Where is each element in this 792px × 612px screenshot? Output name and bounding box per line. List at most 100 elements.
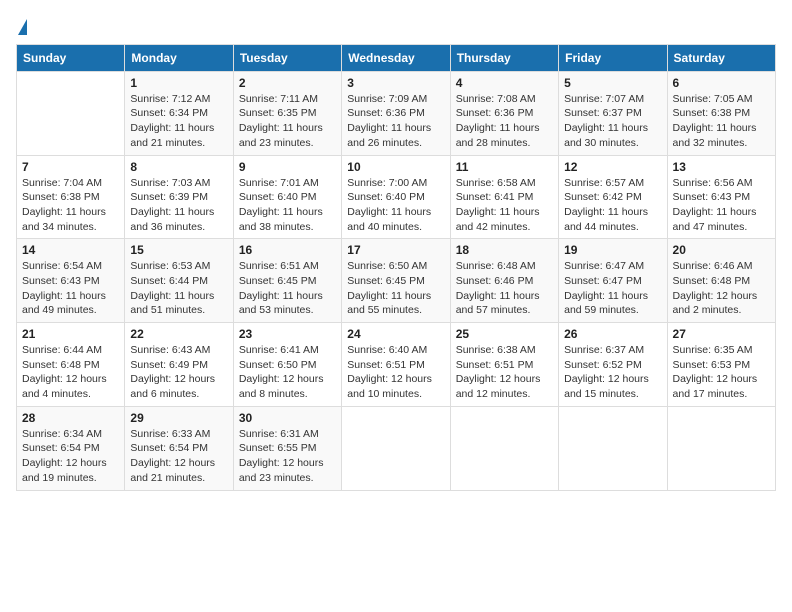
day-info: Sunrise: 7:00 AMSunset: 6:40 PMDaylight:… [347,176,444,235]
day-info: Sunrise: 6:46 AMSunset: 6:48 PMDaylight:… [673,259,770,318]
header-day: Thursday [450,44,558,71]
calendar-body: 1 Sunrise: 7:12 AMSunset: 6:34 PMDaylight… [17,71,776,490]
day-info: Sunrise: 6:56 AMSunset: 6:43 PMDaylight:… [673,176,770,235]
day-number: 1 [130,76,227,90]
day-number: 12 [564,160,661,174]
calendar-cell: 4 Sunrise: 7:08 AMSunset: 6:36 PMDaylight… [450,71,558,155]
calendar-week-row: 7 Sunrise: 7:04 AMSunset: 6:38 PMDaylight… [17,155,776,239]
calendar-cell: 9 Sunrise: 7:01 AMSunset: 6:40 PMDaylight… [233,155,341,239]
day-number: 19 [564,243,661,257]
calendar-cell: 17 Sunrise: 6:50 AMSunset: 6:45 PMDayligh… [342,239,450,323]
calendar-cell: 6 Sunrise: 7:05 AMSunset: 6:38 PMDaylight… [667,71,775,155]
day-info: Sunrise: 6:44 AMSunset: 6:48 PMDaylight:… [22,343,119,402]
day-number: 11 [456,160,553,174]
calendar-cell: 24 Sunrise: 6:40 AMSunset: 6:51 PMDayligh… [342,323,450,407]
header-day: Saturday [667,44,775,71]
day-number: 29 [130,411,227,425]
day-info: Sunrise: 7:03 AMSunset: 6:39 PMDaylight:… [130,176,227,235]
calendar-cell: 30 Sunrise: 6:31 AMSunset: 6:55 PMDayligh… [233,406,341,490]
day-info: Sunrise: 6:57 AMSunset: 6:42 PMDaylight:… [564,176,661,235]
header-day: Tuesday [233,44,341,71]
calendar-cell: 12 Sunrise: 6:57 AMSunset: 6:42 PMDayligh… [559,155,667,239]
day-info: Sunrise: 6:38 AMSunset: 6:51 PMDaylight:… [456,343,553,402]
day-number: 18 [456,243,553,257]
logo-triangle-icon [18,19,27,35]
day-number: 21 [22,327,119,341]
day-info: Sunrise: 6:40 AMSunset: 6:51 PMDaylight:… [347,343,444,402]
calendar-cell: 27 Sunrise: 6:35 AMSunset: 6:53 PMDayligh… [667,323,775,407]
calendar-cell: 3Sunrise: 7:09 AMSunset: 6:36 PMDaylight… [342,71,450,155]
header-day: Sunday [17,44,125,71]
day-info: Sunrise: 6:53 AMSunset: 6:44 PMDaylight:… [130,259,227,318]
day-number: 27 [673,327,770,341]
day-info: Sunrise: 6:50 AMSunset: 6:45 PMDaylight:… [347,259,444,318]
day-number: 8 [130,160,227,174]
day-number: 9 [239,160,336,174]
day-info: Sunrise: 6:47 AMSunset: 6:47 PMDaylight:… [564,259,661,318]
day-info: Sunrise: 6:33 AMSunset: 6:54 PMDaylight:… [130,427,227,486]
day-info: Sunrise: 6:54 AMSunset: 6:43 PMDaylight:… [22,259,119,318]
calendar-cell: 2 Sunrise: 7:11 AMSunset: 6:35 PMDaylight… [233,71,341,155]
logo [16,16,27,36]
calendar-cell: 10 Sunrise: 7:00 AMSunset: 6:40 PMDayligh… [342,155,450,239]
day-number: 28 [22,411,119,425]
day-number: 15 [130,243,227,257]
calendar-cell: 8 Sunrise: 7:03 AMSunset: 6:39 PMDaylight… [125,155,233,239]
calendar-cell: 7 Sunrise: 7:04 AMSunset: 6:38 PMDaylight… [17,155,125,239]
day-info: Sunrise: 7:01 AMSunset: 6:40 PMDaylight:… [239,176,336,235]
day-number: 10 [347,160,444,174]
calendar-cell: 11 Sunrise: 6:58 AMSunset: 6:41 PMDayligh… [450,155,558,239]
calendar-header: SundayMondayTuesdayWednesdayThursdayFrid… [17,44,776,71]
calendar-cell [17,71,125,155]
day-info: Sunrise: 6:35 AMSunset: 6:53 PMDaylight:… [673,343,770,402]
calendar-cell: 28Sunrise: 6:34 AMSunset: 6:54 PMDayligh… [17,406,125,490]
day-info: Sunrise: 7:11 AMSunset: 6:35 PMDaylight:… [239,92,336,151]
header-day: Monday [125,44,233,71]
day-number: 16 [239,243,336,257]
calendar-cell: 19 Sunrise: 6:47 AMSunset: 6:47 PMDayligh… [559,239,667,323]
day-number: 2 [239,76,336,90]
calendar-cell: 23 Sunrise: 6:41 AMSunset: 6:50 PMDayligh… [233,323,341,407]
calendar-cell [559,406,667,490]
calendar-cell: 13 Sunrise: 6:56 AMSunset: 6:43 PMDayligh… [667,155,775,239]
day-info: Sunrise: 6:51 AMSunset: 6:45 PMDaylight:… [239,259,336,318]
day-number: 20 [673,243,770,257]
day-number: 24 [347,327,444,341]
day-number: 4 [456,76,553,90]
calendar-cell [342,406,450,490]
calendar-cell: 26Sunrise: 6:37 AMSunset: 6:52 PMDayligh… [559,323,667,407]
day-info: Sunrise: 7:12 AMSunset: 6:34 PMDaylight:… [130,92,227,151]
calendar-week-row: 1 Sunrise: 7:12 AMSunset: 6:34 PMDaylight… [17,71,776,155]
day-number: 25 [456,327,553,341]
day-number: 6 [673,76,770,90]
calendar-cell: 14 Sunrise: 6:54 AMSunset: 6:43 PMDayligh… [17,239,125,323]
day-info: Sunrise: 6:41 AMSunset: 6:50 PMDaylight:… [239,343,336,402]
day-number: 26 [564,327,661,341]
day-info: Sunrise: 7:08 AMSunset: 6:36 PMDaylight:… [456,92,553,151]
day-info: Sunrise: 6:31 AMSunset: 6:55 PMDaylight:… [239,427,336,486]
day-number: 13 [673,160,770,174]
day-number: 17 [347,243,444,257]
day-info: Sunrise: 7:09 AMSunset: 6:36 PMDaylight:… [347,92,444,151]
calendar-cell: 20 Sunrise: 6:46 AMSunset: 6:48 PMDayligh… [667,239,775,323]
day-number: 14 [22,243,119,257]
calendar-week-row: 14 Sunrise: 6:54 AMSunset: 6:43 PMDayligh… [17,239,776,323]
calendar-cell [667,406,775,490]
day-info: Sunrise: 6:48 AMSunset: 6:46 PMDaylight:… [456,259,553,318]
day-number: 7 [22,160,119,174]
day-number: 22 [130,327,227,341]
calendar-cell: 18 Sunrise: 6:48 AMSunset: 6:46 PMDayligh… [450,239,558,323]
calendar-cell: 1 Sunrise: 7:12 AMSunset: 6:34 PMDaylight… [125,71,233,155]
day-info: Sunrise: 6:58 AMSunset: 6:41 PMDaylight:… [456,176,553,235]
calendar-cell: 16 Sunrise: 6:51 AMSunset: 6:45 PMDayligh… [233,239,341,323]
day-info: Sunrise: 6:43 AMSunset: 6:49 PMDaylight:… [130,343,227,402]
calendar-cell: 22 Sunrise: 6:43 AMSunset: 6:49 PMDayligh… [125,323,233,407]
logo-general [16,16,27,36]
day-info: Sunrise: 7:04 AMSunset: 6:38 PMDaylight:… [22,176,119,235]
day-number: 5 [564,76,661,90]
day-info: Sunrise: 7:07 AMSunset: 6:37 PMDaylight:… [564,92,661,151]
day-info: Sunrise: 7:05 AMSunset: 6:38 PMDaylight:… [673,92,770,151]
day-number: 23 [239,327,336,341]
day-number: 30 [239,411,336,425]
calendar-cell: 29 Sunrise: 6:33 AMSunset: 6:54 PMDayligh… [125,406,233,490]
